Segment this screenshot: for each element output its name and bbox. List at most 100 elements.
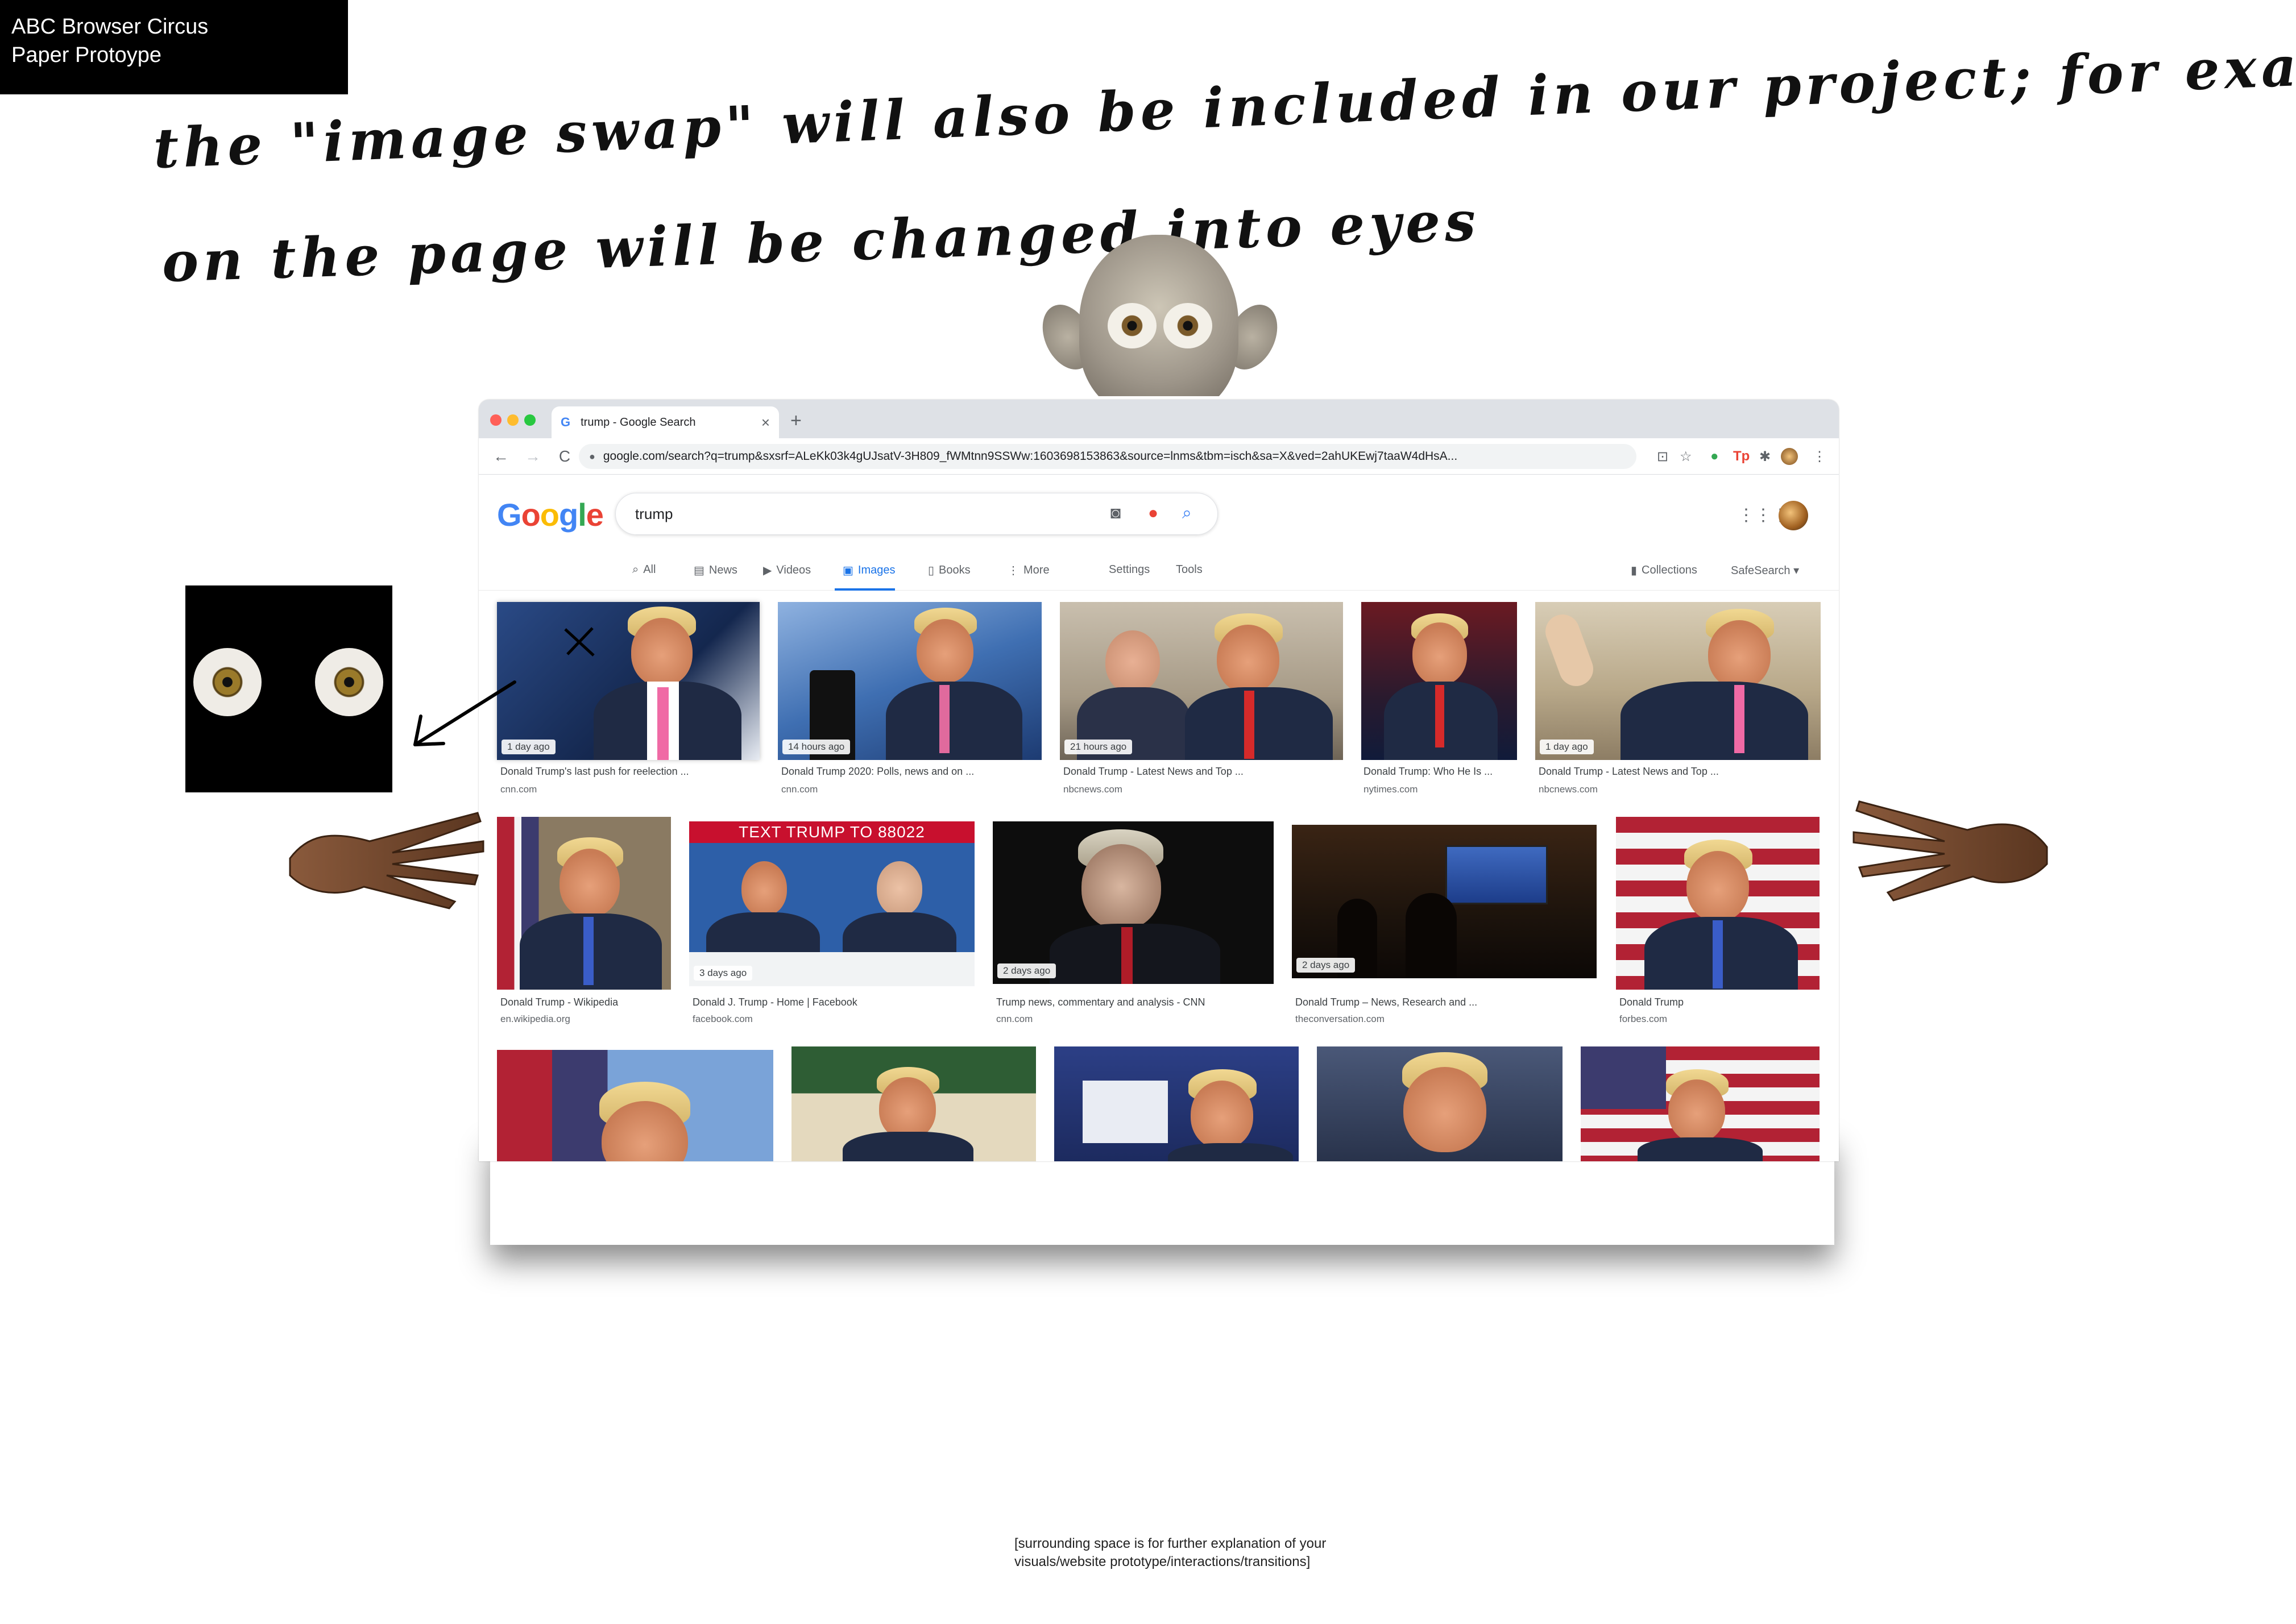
result-thumbnail[interactable]: TEXT TRUMP TO 88022 3 days ago (689, 821, 975, 986)
result-thumbnail[interactable] (791, 1046, 1036, 1161)
footer-note-line-1: [surrounding space is for further explan… (1014, 1536, 1327, 1551)
result-source[interactable]: nbcnews.com (1539, 784, 1598, 795)
search-icon[interactable]: ⌕ (1182, 504, 1192, 523)
result-source[interactable]: forbes.com (1619, 1014, 1667, 1025)
result-age-badge: 21 hours ago (1064, 740, 1133, 754)
result-age-badge: 14 hours ago (782, 740, 851, 754)
reload-button[interactable]: C (555, 447, 574, 466)
book-icon: ▯ (928, 564, 935, 577)
result-age-badge: 3 days ago (694, 966, 753, 981)
url-field[interactable]: ● google.com/search?q=trump&sxsrf=ALeKk0… (579, 444, 1636, 469)
slide-title-block: ABC Browser Circus Paper Protoype (0, 0, 348, 94)
collections-icon: ▮ (1631, 564, 1638, 577)
google-favicon-icon: G (561, 415, 571, 429)
result-thumbnail[interactable] (497, 1050, 773, 1161)
footer-note-line-2: visuals/website prototype/interactions/t… (1014, 1554, 1311, 1569)
camera-icon[interactable]: ◙ (1110, 504, 1121, 523)
result-title[interactable]: Donald Trump - Wikipedia (500, 996, 618, 1008)
tab-news[interactable]: ▤ News (694, 563, 737, 578)
result-title[interactable]: Donald J. Trump - Home | Facebook (693, 996, 857, 1008)
browser-menu-icon[interactable]: ⋮ (1813, 448, 1826, 465)
tab-all[interactable]: ⌕ All (632, 563, 656, 576)
microphone-icon[interactable]: ● (1148, 504, 1158, 523)
result-title[interactable]: Donald Trump (1619, 996, 1684, 1008)
result-thumbnail[interactable] (1581, 1046, 1820, 1161)
bookmark-star-icon[interactable]: ☆ (1680, 448, 1692, 465)
account-avatar[interactable] (1779, 501, 1808, 530)
creature-hand-right-image (1852, 800, 2048, 902)
tab-close-icon[interactable]: × (761, 414, 770, 431)
result-thumbnail[interactable] (1317, 1046, 1563, 1161)
extension-shield-icon[interactable]: ● (1710, 448, 1719, 464)
search-nav-tabs: ⌕ All ▤ News ▶ Videos ▣ Images ▯ Books ⋮ More … (479, 559, 1839, 591)
result-thumbnail[interactable]: 21 hours ago (1060, 602, 1343, 760)
hand-drawn-arrow-icon (413, 680, 516, 746)
back-button[interactable]: ← (491, 447, 511, 466)
eyeball-left (193, 648, 262, 716)
tab-books[interactable]: ▯ Books (928, 563, 971, 578)
address-bar: ← → C ● google.com/search?q=trump&sxsrf=… (479, 438, 1839, 475)
handwritten-note-line-2: on the page will be changed into eyes (161, 189, 1481, 294)
tab-title: trump - Google Search (581, 416, 696, 429)
result-source[interactable]: cnn.com (500, 784, 537, 795)
translate-icon[interactable]: ⊡ (1657, 448, 1668, 465)
news-icon: ▤ (694, 564, 704, 577)
google-logo[interactable]: Google (497, 496, 604, 533)
handwritten-note-line-1: the "image swap" will also be included i… (152, 5, 2296, 181)
footer-note: [surrounding space is for further explan… (1014, 1535, 1326, 1571)
result-thumbnail[interactable]: 2 days ago (993, 821, 1274, 984)
result-title[interactable]: Donald Trump - Latest News and Top ... (1063, 766, 1244, 778)
creature-head-image (1039, 235, 1280, 396)
image-icon: ▣ (843, 564, 853, 577)
result-thumbnail[interactable]: 1 day ago (1535, 602, 1821, 760)
result-source[interactable]: en.wikipedia.org (500, 1014, 570, 1025)
more-icon: ⋮ (1008, 564, 1019, 577)
result-source[interactable]: theconversation.com (1295, 1014, 1385, 1025)
eyeball-right (315, 648, 383, 716)
result-age-badge: 2 days ago (997, 963, 1056, 978)
window-close-dot[interactable] (490, 414, 502, 426)
result-source[interactable]: nytimes.com (1363, 784, 1418, 795)
extensions-puzzle-icon[interactable]: ✱ (1759, 448, 1771, 465)
profile-avatar-small[interactable] (1781, 448, 1798, 465)
result-source[interactable]: nbcnews.com (1063, 784, 1122, 795)
slide-subtitle: Paper Protoype (11, 43, 162, 67)
extension-tp-icon[interactable]: Tp (1733, 448, 1750, 464)
collections-link[interactable]: ▮ Collections (1631, 563, 1697, 578)
result-thumbnail[interactable] (497, 817, 671, 990)
safesearch-dropdown[interactable]: SafeSearch ▾ (1731, 563, 1799, 578)
eyes-image (185, 585, 392, 792)
tab-videos[interactable]: ▶ Videos (763, 563, 811, 578)
result-title[interactable]: Donald Trump 2020: Polls, news and on ..… (781, 766, 974, 778)
new-tab-button[interactable]: + (790, 410, 802, 432)
forward-button[interactable]: → (523, 447, 542, 466)
result-title[interactable]: Trump news, commentary and analysis - CN… (996, 996, 1205, 1008)
result-thumbnail[interactable]: 1 day ago (497, 602, 760, 760)
creature-hand-left-image (289, 812, 484, 909)
browser-tab[interactable]: G trump - Google Search × (552, 406, 779, 438)
result-thumbnail[interactable] (1361, 602, 1517, 760)
result-source[interactable]: facebook.com (693, 1014, 753, 1025)
result-source[interactable]: cnn.com (996, 1014, 1033, 1025)
result-thumbnail[interactable]: 2 days ago (1292, 825, 1597, 978)
result-title[interactable]: Donald Trump - Latest News and Top ... (1539, 766, 1719, 778)
result-source[interactable]: cnn.com (781, 784, 818, 795)
tab-images[interactable]: ▣ Images (843, 563, 896, 578)
result-thumbnail[interactable] (1054, 1046, 1299, 1161)
result-thumbnail[interactable]: 14 hours ago (778, 602, 1042, 760)
result-title[interactable]: Donald Trump's last push for reelection … (500, 766, 689, 778)
window-zoom-dot[interactable] (524, 414, 536, 426)
result-title[interactable]: Donald Trump – News, Research and ... (1295, 996, 1477, 1008)
url-text: google.com/search?q=trump&sxsrf=ALeKk03k… (603, 450, 1458, 463)
handwritten-x-mark (564, 627, 595, 657)
result-title[interactable]: Donald Trump: Who He Is ... (1363, 766, 1493, 778)
tab-settings[interactable]: Settings (1109, 563, 1150, 576)
result-thumbnail[interactable] (1616, 817, 1820, 990)
tab-tools[interactable]: Tools (1176, 563, 1203, 576)
result-age-badge: 1 day ago (1540, 740, 1594, 754)
window-minimize-dot[interactable] (507, 414, 519, 426)
result-age-badge: 2 days ago (1296, 958, 1356, 973)
tab-more[interactable]: ⋮ More (1008, 563, 1050, 578)
slide-title: ABC Browser Circus (11, 15, 209, 39)
search-input[interactable]: trump ◙ ● ⌕ (615, 493, 1218, 535)
